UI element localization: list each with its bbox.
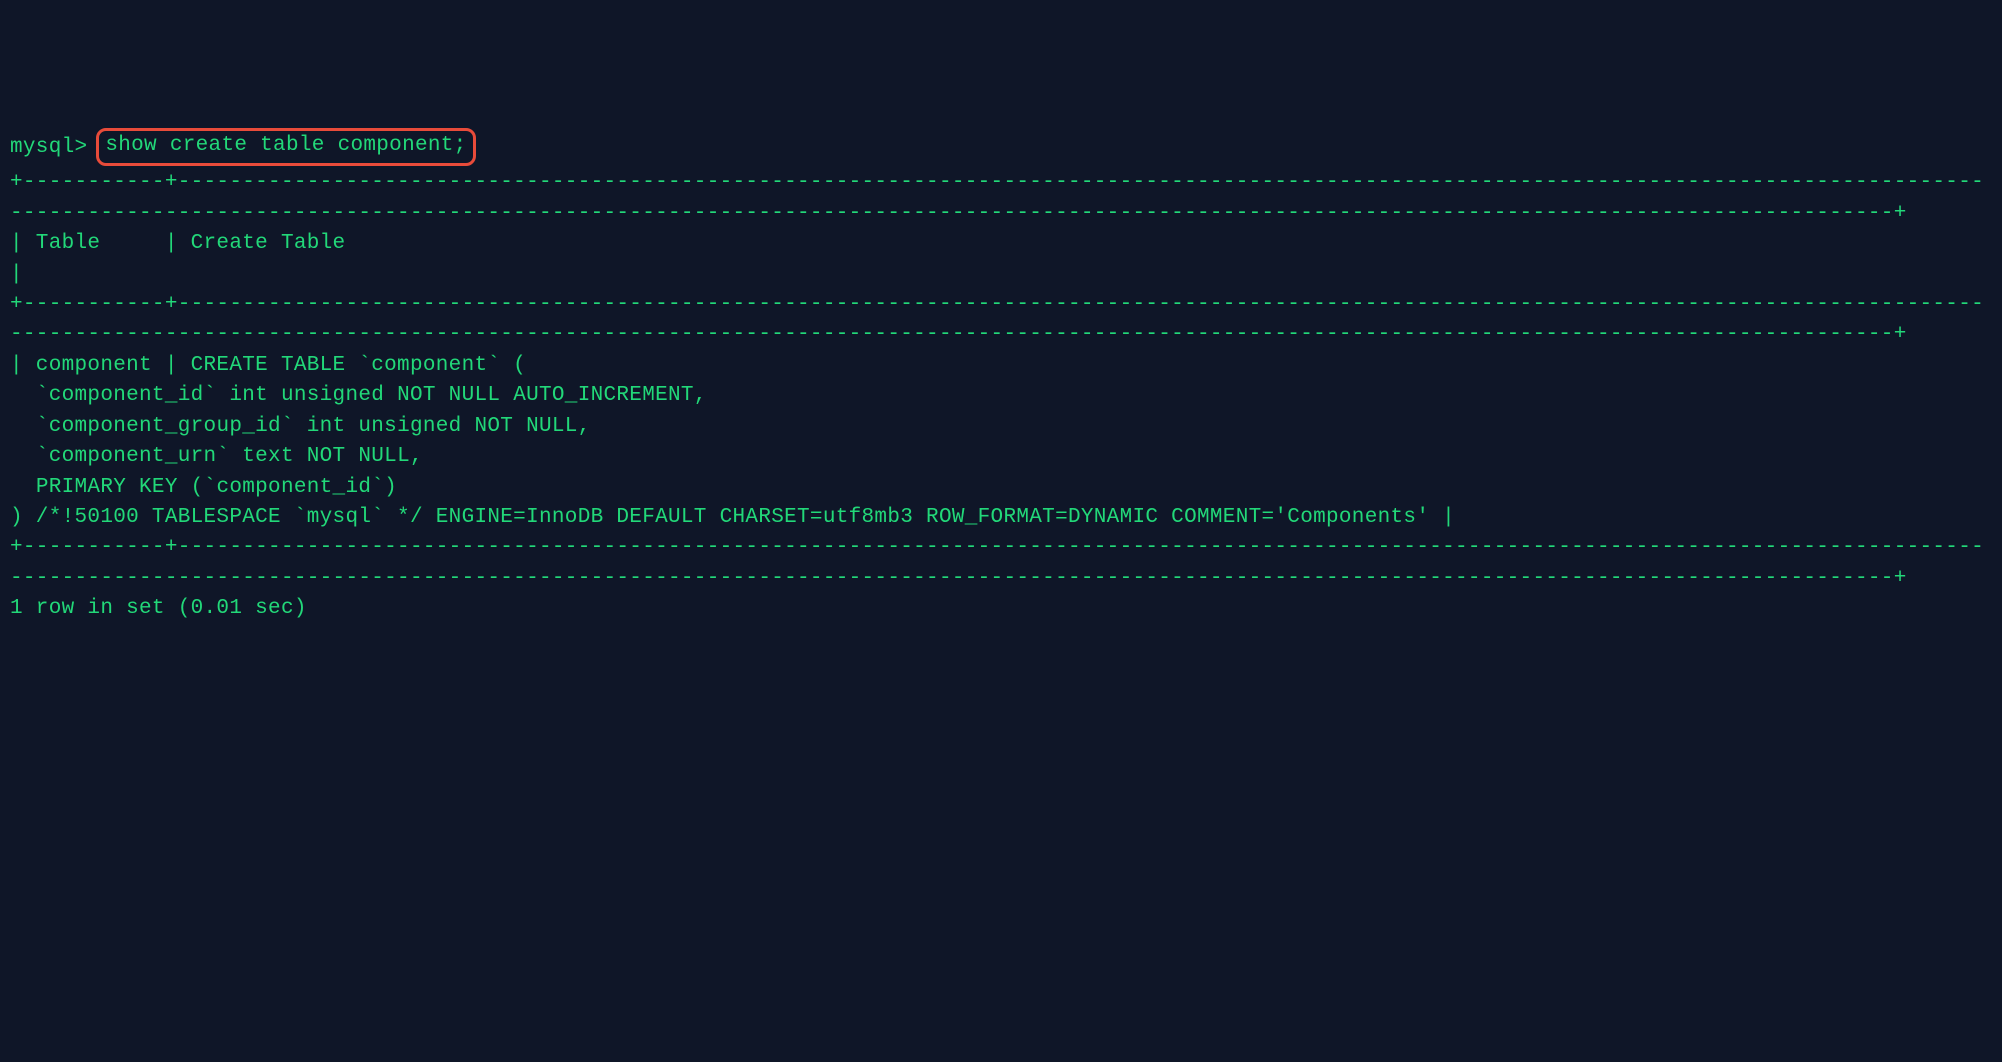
create-table-line-4: `component_urn` text NOT NULL,	[10, 445, 423, 468]
border-bottom: +-----------+---------------------------…	[10, 536, 1984, 589]
terminal-output[interactable]: mysql> show create table component; +---…	[10, 130, 1992, 625]
create-table-line-3: `component_group_id` int unsigned NOT NU…	[10, 415, 591, 438]
border-top: +-----------+---------------------------…	[10, 171, 1984, 224]
border-mid: +-----------+---------------------------…	[10, 293, 1984, 346]
create-table-line-2: `component_id` int unsigned NOT NULL AUT…	[10, 384, 707, 407]
create-table-line-5: PRIMARY KEY (`component_id`)	[10, 476, 397, 499]
result-footer: 1 row in set (0.01 sec)	[10, 597, 307, 620]
command-highlight: show create table component;	[96, 128, 475, 166]
mysql-prompt: mysql>	[10, 136, 87, 159]
create-table-line-1: | component | CREATE TABLE `component` (	[10, 354, 526, 377]
create-table-line-6: ) /*!50100 TABLESPACE `mysql` */ ENGINE=…	[10, 506, 1455, 529]
table-header: | Table | Create Table	[10, 232, 2002, 285]
sql-command: show create table component;	[105, 134, 466, 157]
